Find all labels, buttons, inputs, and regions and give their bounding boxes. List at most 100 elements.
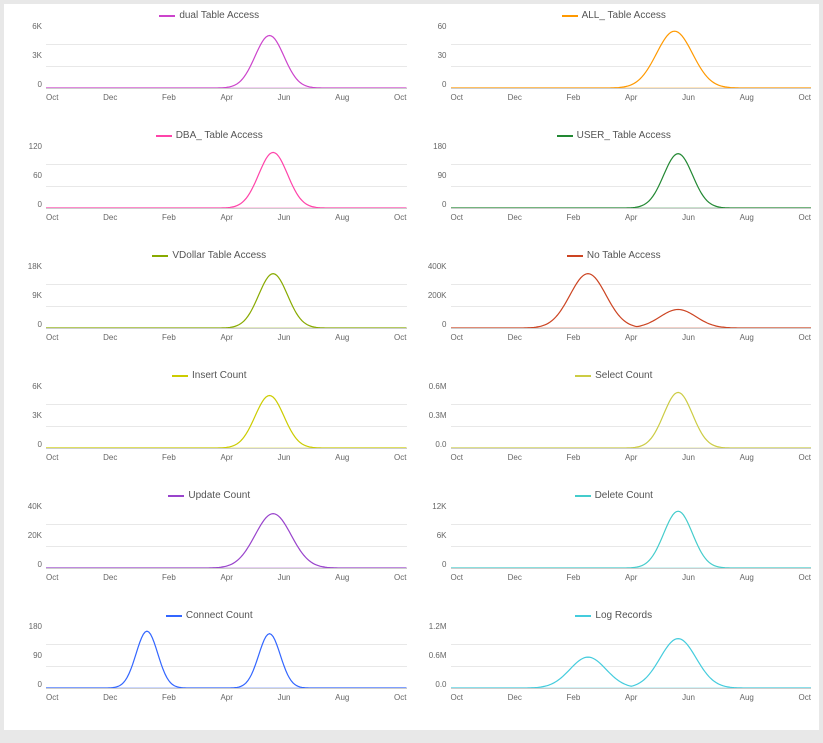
chart-user-table-access: USER_ Table Access180900OctDecFebAprJunA… xyxy=(413,128,816,246)
x-label: Feb xyxy=(162,213,176,222)
x-label: Jun xyxy=(278,333,291,342)
x-label: Feb xyxy=(567,333,581,342)
x-label: Feb xyxy=(162,693,176,702)
legend-line xyxy=(562,15,578,17)
legend-line xyxy=(152,255,168,257)
x-label: Feb xyxy=(567,213,581,222)
y-label: 400K xyxy=(428,263,447,271)
chart-title-text: dual Table Access xyxy=(179,10,259,21)
x-label: Apr xyxy=(220,693,232,702)
y-label: 18K xyxy=(28,263,42,271)
chart-title-text: Update Count xyxy=(188,490,250,501)
x-label: Jun xyxy=(278,213,291,222)
x-label: Dec xyxy=(508,213,522,222)
x-label: Oct xyxy=(451,213,463,222)
x-label: Aug xyxy=(335,453,349,462)
line-svg xyxy=(46,503,407,568)
x-label: Dec xyxy=(508,573,522,582)
chart-title-text: ALL_ Table Access xyxy=(582,10,666,21)
chart-area: 6K3K0OctDecFebAprJunAugOct xyxy=(12,23,407,105)
y-label: 90 xyxy=(33,652,42,660)
x-label: Apr xyxy=(625,213,637,222)
x-label: Apr xyxy=(220,93,232,102)
x-label: Feb xyxy=(162,573,176,582)
y-label: 9K xyxy=(32,292,42,300)
x-label: Apr xyxy=(220,453,232,462)
x-axis: OctDecFebAprJunAugOct xyxy=(46,329,407,345)
chart-area: 180900OctDecFebAprJunAugOct xyxy=(12,623,407,705)
y-axis: 40K20K0 xyxy=(12,503,44,569)
x-label: Oct xyxy=(451,573,463,582)
y-label: 0 xyxy=(38,561,42,569)
x-label: Aug xyxy=(335,573,349,582)
chart-vdollar-table-access: VDollar Table Access18K9K0OctDecFebAprJu… xyxy=(8,248,411,366)
y-label: 3K xyxy=(32,52,42,60)
plot-area xyxy=(46,623,407,689)
x-label: Jun xyxy=(278,93,291,102)
y-axis: 60300 xyxy=(417,23,449,89)
y-label: 6K xyxy=(32,23,42,31)
x-label: Oct xyxy=(394,93,406,102)
legend-line xyxy=(168,495,184,497)
x-label: Jun xyxy=(278,453,291,462)
y-label: 0 xyxy=(38,321,42,329)
chart-dba-table-access: DBA_ Table Access120600OctDecFebAprJunAu… xyxy=(8,128,411,246)
x-label: Dec xyxy=(103,213,117,222)
y-label: 180 xyxy=(29,623,42,631)
chart-title-no-table-access: No Table Access xyxy=(417,250,812,261)
y-label: 0 xyxy=(38,681,42,689)
y-label: 0 xyxy=(442,321,446,329)
x-label: Apr xyxy=(220,573,232,582)
y-label: 6K xyxy=(437,532,447,540)
x-label: Apr xyxy=(625,93,637,102)
chart-title-log-records: Log Records xyxy=(417,610,812,621)
x-axis: OctDecFebAprJunAugOct xyxy=(46,449,407,465)
chart-title-text: Log Records xyxy=(595,610,652,621)
x-label: Apr xyxy=(625,573,637,582)
legend-line xyxy=(575,615,591,617)
x-label: Oct xyxy=(451,93,463,102)
chart-title-delete-count: Delete Count xyxy=(417,490,812,501)
x-label: Oct xyxy=(799,693,811,702)
chart-title-vdollar-table-access: VDollar Table Access xyxy=(12,250,407,261)
x-label: Dec xyxy=(508,693,522,702)
chart-select-count: Select Count0.6M0.3M0.0OctDecFebAprJunAu… xyxy=(413,368,816,486)
y-label: 30 xyxy=(438,52,447,60)
y-label: 0 xyxy=(442,81,446,89)
chart-area: 60300OctDecFebAprJunAugOct xyxy=(417,23,812,105)
y-label: 90 xyxy=(438,172,447,180)
legend-line xyxy=(166,615,182,617)
x-label: Aug xyxy=(335,333,349,342)
y-label: 40K xyxy=(28,503,42,511)
line-svg xyxy=(46,23,407,88)
x-label: Dec xyxy=(103,693,117,702)
x-axis: OctDecFebAprJunAugOct xyxy=(451,449,812,465)
x-label: Oct xyxy=(799,93,811,102)
y-label: 60 xyxy=(33,172,42,180)
plot-area xyxy=(46,143,407,209)
x-label: Oct xyxy=(394,453,406,462)
x-label: Oct xyxy=(394,333,406,342)
x-label: Feb xyxy=(162,93,176,102)
chart-title-insert-count: Insert Count xyxy=(12,370,407,381)
chart-area: 120600OctDecFebAprJunAugOct xyxy=(12,143,407,225)
x-label: Dec xyxy=(508,93,522,102)
x-label: Aug xyxy=(740,333,754,342)
x-label: Aug xyxy=(740,93,754,102)
y-axis: 1.2M0.6M0.0 xyxy=(417,623,449,689)
chart-title-text: USER_ Table Access xyxy=(577,130,671,141)
chart-dual-table-access: dual Table Access6K3K0OctDecFebAprJunAug… xyxy=(8,8,411,126)
x-axis: OctDecFebAprJunAugOct xyxy=(46,89,407,105)
x-label: Feb xyxy=(567,693,581,702)
chart-all-table-access: ALL_ Table Access60300OctDecFebAprJunAug… xyxy=(413,8,816,126)
y-label: 6K xyxy=(32,383,42,391)
x-label: Dec xyxy=(508,453,522,462)
dashboard: dual Table Access6K3K0OctDecFebAprJunAug… xyxy=(4,4,819,730)
x-label: Jun xyxy=(682,333,695,342)
chart-title-text: Delete Count xyxy=(595,490,653,501)
y-label: 0.6M xyxy=(429,652,447,660)
legend-line xyxy=(172,375,188,377)
x-label: Feb xyxy=(567,93,581,102)
x-label: Aug xyxy=(335,693,349,702)
x-label: Oct xyxy=(46,213,58,222)
